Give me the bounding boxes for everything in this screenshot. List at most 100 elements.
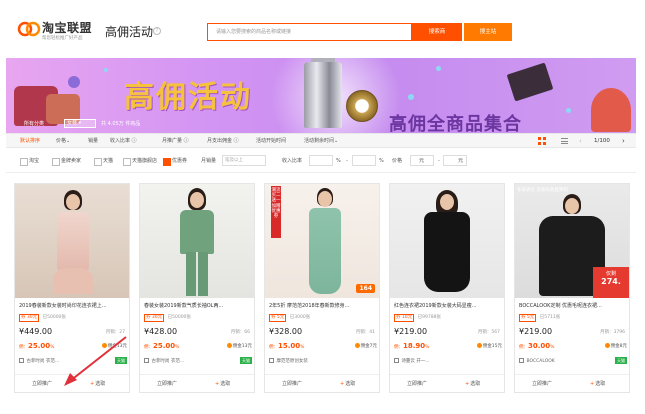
sort-price[interactable]: 价格⌄: [56, 134, 70, 148]
product-card[interactable]: 红色连衣裙2019新款女装大码显瘦... 券 10元 已99788张 ¥219.…: [389, 183, 505, 393]
coupon-info: 券 30元 已50000张: [144, 314, 191, 322]
sort-activity-remaining[interactable]: 活动剩余时间⌄: [304, 134, 338, 148]
sort-activity-start[interactable]: 活动开始时间: [256, 134, 286, 148]
sort-income-ratio[interactable]: 收入比率 ⓘ: [110, 134, 137, 148]
brand-name[interactable]: 淘宝联盟: [42, 19, 92, 36]
coupon-tag: 券 30元: [19, 314, 40, 322]
commission-rate-value: 30.00: [528, 342, 551, 350]
product-card[interactable]: 春装女装2019新款气质长袖OL两... 券 30元 已50000张 ¥428.…: [139, 183, 255, 393]
product-image[interactable]: [15, 184, 129, 298]
product-image[interactable]: 潮流买二送一加赠优惠券 164: [265, 184, 379, 298]
filter-tmall-checkbox[interactable]: 天猫: [94, 157, 113, 166]
sort-monthly-commission[interactable]: 月支出佣金 ⓘ: [207, 134, 239, 148]
sort-sales[interactable]: 销量: [88, 134, 98, 148]
promote-now-button[interactable]: 立即推广: [407, 380, 427, 387]
range-dash: -: [438, 158, 440, 164]
commission-rate-label: 佣：: [144, 345, 153, 350]
promote-now-button[interactable]: 立即推广: [157, 380, 177, 387]
help-icon[interactable]: ?: [153, 27, 161, 35]
percent-unit: %: [50, 345, 55, 350]
product-title[interactable]: BOCCALOOK定制 优惠毛呢连衣裙...: [519, 302, 627, 309]
shop-icon: [394, 358, 399, 363]
product-title[interactable]: 2年5折 摩范范2018年春新款修身...: [269, 302, 377, 309]
commission-row: 佣：30.00% 佣金8元: [519, 342, 627, 352]
percent-unit: %: [550, 345, 555, 350]
breadcrumb-all-categories[interactable]: 所有分类: [24, 120, 44, 127]
promote-now-button[interactable]: 立即推广: [282, 380, 302, 387]
chevron-left-icon[interactable]: ‹: [579, 134, 582, 148]
select-button[interactable]: 选取: [215, 380, 230, 387]
commission-rate-label: 佣：: [519, 345, 528, 350]
monthly-sales-label: 月销量: [201, 158, 217, 164]
price-max-input[interactable]: [443, 155, 467, 166]
shop-name[interactable]: 诗蔓云 开一...: [401, 359, 429, 364]
filter-gold-seller-checkbox[interactable]: 金牌卖家: [52, 157, 81, 166]
income-ratio-max-input[interactable]: [352, 155, 376, 166]
chevron-down-icon: ⌄: [334, 138, 339, 144]
chevron-right-icon[interactable]: ›: [622, 134, 625, 148]
coupon-count: 已50000张: [42, 315, 66, 320]
shop-name[interactable]: BOCCALOOK: [526, 359, 554, 364]
income-ratio-min-input[interactable]: [309, 155, 333, 166]
product-card[interactable]: 2019春装新款女装时尚印花连衣裙上... 券 30元 已50000张 ¥449…: [14, 183, 130, 393]
select-button[interactable]: 选取: [465, 380, 480, 387]
taobao-alliance-logo-icon[interactable]: [17, 20, 41, 38]
select-button[interactable]: 选取: [340, 380, 355, 387]
sort-monthly-promotion[interactable]: 月推广量 ⓘ: [162, 134, 189, 148]
price-label: 价格: [392, 158, 403, 164]
tmall-badge: 天猫: [240, 357, 252, 364]
chevron-down-icon: ⌄: [66, 138, 71, 144]
sort-default[interactable]: 默认排序: [20, 134, 40, 148]
search-main-site-button[interactable]: 搜主站: [464, 23, 512, 41]
top-header: 淘宝联盟 帮您轻松推广好产品 高佣活动 ? 请输入您要搜索的商品名称或链接 搜索…: [0, 0, 645, 58]
card-actions: 立即推广 选取: [515, 374, 629, 392]
shop-row: 古菲时尚 衣范... 天猫: [19, 357, 127, 366]
list-view-icon[interactable]: [561, 138, 568, 144]
category-select[interactable]: 女装 ▾: [64, 119, 96, 128]
decor-dot: [436, 66, 441, 71]
tmall-badge: 天猫: [615, 357, 627, 364]
model-head: [190, 192, 204, 208]
commission-rate-label: 佣：: [269, 345, 278, 350]
monthly-sold: 月销：27: [105, 330, 125, 335]
product-image[interactable]: 冬末清仓 实格长款直降到 仅剩 274.: [515, 184, 629, 298]
product-image[interactable]: [390, 184, 504, 298]
coupon-info: 券 5元 已3000张: [269, 314, 310, 322]
promote-now-button[interactable]: 立即推广: [532, 380, 552, 387]
commission-rate: 佣：25.00%: [19, 342, 54, 350]
shop-name[interactable]: 古菲时尚 衣范...: [26, 359, 59, 364]
filter-taobao-checkbox[interactable]: 淘宝: [20, 157, 39, 166]
product-title[interactable]: 2019春装新款女装时尚印花连衣裙上...: [19, 302, 127, 309]
monthly-sold: 月销：41: [355, 330, 375, 335]
category-select-value: 女装: [67, 120, 78, 126]
commission-amount: 佣金8元: [605, 343, 627, 349]
commission-row: 佣：15.00% 佣金7元: [269, 342, 377, 352]
shop-row: 诗蔓云 开一...: [394, 358, 502, 366]
coupon-count: 已3000张: [289, 315, 311, 320]
filter-tmall-flagship-checkbox[interactable]: 天猫旗舰店: [123, 157, 157, 166]
promote-now-button[interactable]: 立即推广: [32, 380, 52, 387]
product-title[interactable]: 红色连衣裙2019新款女装大码显瘦...: [394, 302, 502, 309]
shop-name[interactable]: 古菲时尚 衣范...: [151, 359, 184, 364]
model-head: [440, 194, 454, 210]
product-price: ¥219.00: [394, 327, 428, 336]
shop-icon: [519, 358, 524, 363]
product-title[interactable]: 春装女装2019新款气质长袖OL两...: [144, 302, 252, 309]
select-button[interactable]: 选取: [590, 380, 605, 387]
shop-name[interactable]: 摩范范原创女装: [276, 359, 308, 364]
product-image[interactable]: [140, 184, 254, 298]
filter-coupon-checkbox[interactable]: 优惠券: [163, 157, 187, 166]
model-trousers: [186, 252, 208, 296]
info-icon: ⓘ: [233, 138, 239, 144]
select-button[interactable]: 选取: [90, 380, 105, 387]
product-card[interactable]: 冬末清仓 实格长款直降到 仅剩 274. BOCCALOOK定制 优惠毛呢连衣裙…: [514, 183, 630, 393]
monthly-sales-input[interactable]: 笔及以上: [222, 155, 266, 166]
product-price: ¥449.00: [19, 327, 53, 336]
commission-row: 佣：18.90% 佣金15元: [394, 342, 502, 352]
shop-icon: [19, 358, 24, 363]
commission-amount: 佣金13元: [227, 343, 252, 349]
grid-view-icon[interactable]: [538, 137, 546, 145]
search-input[interactable]: 请输入您要搜索的商品名称或链接: [207, 23, 412, 41]
product-card[interactable]: 潮流买二送一加赠优惠券 164 2年5折 摩范范2018年春新款修身... 券 …: [264, 183, 380, 393]
search-goods-button[interactable]: 搜索商: [412, 23, 462, 41]
